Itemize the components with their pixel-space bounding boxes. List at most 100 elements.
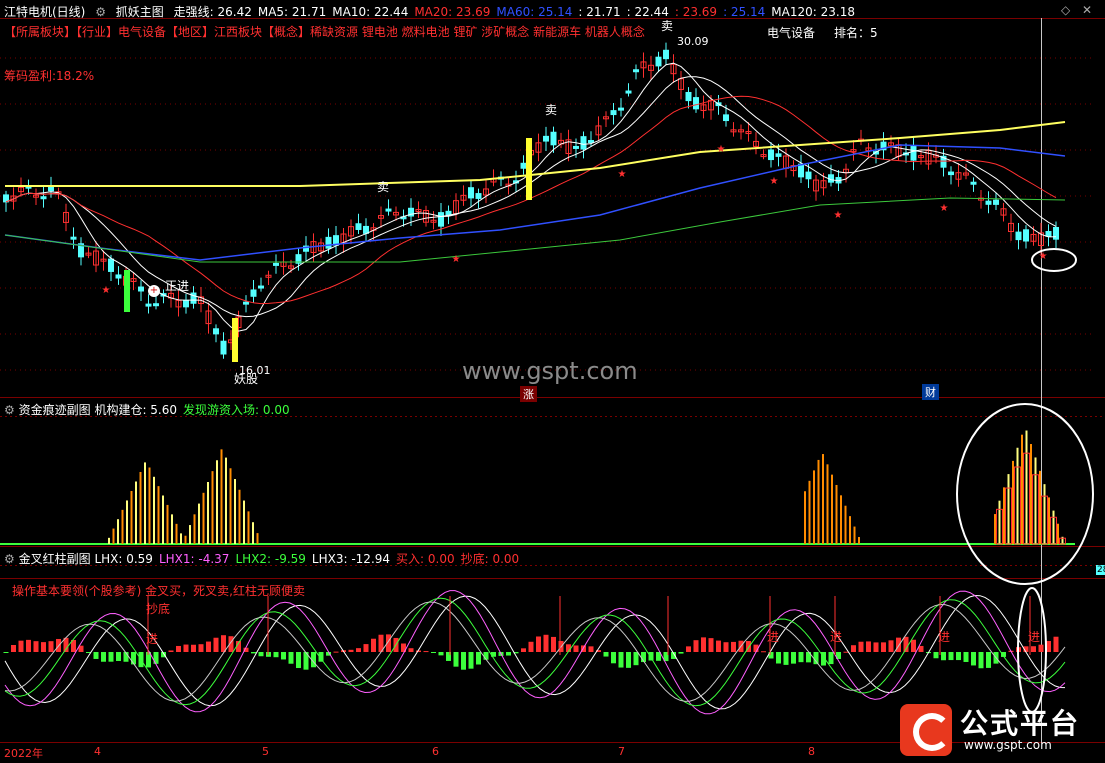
jin-label: 进 xyxy=(146,632,159,646)
macd-bar xyxy=(708,638,714,652)
macd-bar xyxy=(273,652,279,658)
macd-bar xyxy=(588,646,594,652)
candle-body xyxy=(115,274,122,279)
macd-bar xyxy=(986,652,991,668)
candle-body xyxy=(1053,226,1059,240)
macd-bar xyxy=(356,648,361,652)
candle-body xyxy=(633,69,639,73)
candle-body xyxy=(805,171,812,180)
macd-bar xyxy=(791,652,796,664)
value-item: : 21.71 xyxy=(578,5,621,19)
main-chart: ★★★★★★★★ xyxy=(3,42,1066,362)
header-values: 走强线: 26.42 MA5: 21.71 MA10: 22.44 MA20: 23.… xyxy=(174,5,861,19)
macd-bar xyxy=(573,645,579,652)
macd-bar xyxy=(933,652,939,659)
signal-bar-yellow xyxy=(526,138,532,200)
macd-bar xyxy=(543,634,549,652)
macd-bar xyxy=(911,639,916,652)
macd-bar xyxy=(108,652,114,662)
macd-bar xyxy=(213,637,219,652)
yaogu-label: 妖股 xyxy=(234,372,259,386)
candle-body xyxy=(1023,229,1029,242)
gear-icon[interactable]: ⚙ xyxy=(95,5,106,19)
macd-bar xyxy=(1053,636,1059,652)
month-label: 5 xyxy=(262,745,269,758)
macd-bar xyxy=(476,652,481,665)
macd-bar xyxy=(431,652,436,653)
sub1-values: 机构建仓: 5.60 发现游资入场: 0.00 xyxy=(94,403,295,417)
macd-bar xyxy=(978,652,984,669)
macd-bar xyxy=(258,652,264,657)
macd-bar xyxy=(48,641,54,652)
value-item: MA60: 25.14 xyxy=(496,5,573,19)
value-item: : 25.14 xyxy=(723,5,766,19)
macd-bar xyxy=(191,644,196,652)
macd-bar xyxy=(611,652,616,664)
candle-body xyxy=(145,303,152,307)
jin-label: 进 xyxy=(938,630,951,644)
macd-bar xyxy=(1038,644,1044,652)
macd-bar xyxy=(648,652,654,661)
macd-bar xyxy=(1031,646,1036,652)
sub2-title[interactable]: 金叉红柱副图 xyxy=(19,552,91,566)
macd-bar xyxy=(603,652,609,657)
macd-bar xyxy=(678,652,684,654)
close-icon[interactable]: ✕ xyxy=(1082,3,1092,17)
macd-bar xyxy=(438,652,444,656)
macd-bar xyxy=(798,652,804,663)
macd-bar xyxy=(41,642,46,652)
macd-bar xyxy=(626,652,631,668)
candle-body xyxy=(655,56,662,67)
macd-bar xyxy=(371,638,376,652)
watermark: www.gspt.com xyxy=(462,357,638,385)
month-label: 7 xyxy=(618,745,625,758)
candle-body xyxy=(70,236,77,240)
operation-note: 操作基本要领(个股参考) 金叉买，死叉卖,红柱无顾便卖 xyxy=(12,584,305,598)
sell-label: 卖 xyxy=(661,19,674,33)
macd-bar xyxy=(521,648,526,652)
value-item: : 23.69 xyxy=(674,5,718,19)
macd-bar xyxy=(423,651,429,653)
star-icon: ★ xyxy=(452,254,461,265)
macd-bar xyxy=(971,652,976,666)
macd-bar xyxy=(888,640,894,652)
macd-bar xyxy=(896,637,901,652)
signal-bar-green xyxy=(124,270,130,312)
star-icon: ★ xyxy=(834,210,843,221)
logo-text: 公式平台 xyxy=(960,707,1081,740)
value-item: LHX1: -4.37 xyxy=(158,552,230,566)
candle-body xyxy=(588,140,594,144)
macd-bar xyxy=(296,652,301,669)
profit-label: 筹码盈利:18.2% xyxy=(4,69,95,83)
value-item: MA120: 23.18 xyxy=(771,5,855,19)
candle-body xyxy=(258,285,264,289)
macd-bar xyxy=(3,652,9,653)
candle-body xyxy=(723,114,729,122)
diamond-icon[interactable]: ◇ xyxy=(1061,3,1070,17)
macd-bar xyxy=(176,645,181,652)
stock-name[interactable]: 江特电机(日线) xyxy=(4,5,85,19)
candle-body xyxy=(445,210,452,216)
candle-body xyxy=(438,212,444,227)
gear-icon[interactable]: ⚙ xyxy=(4,403,15,417)
indicator-name[interactable]: 抓妖主图 xyxy=(116,5,164,19)
sub1-title[interactable]: 资金痕迹副图 xyxy=(19,403,91,417)
gear-icon[interactable]: ⚙ xyxy=(4,552,15,566)
candle-body xyxy=(108,258,114,272)
macd-bar xyxy=(363,644,369,652)
site-logo[interactable]: 公式平台 www.gspt.com xyxy=(898,700,1098,758)
value-item: 抄底: 0.00 xyxy=(460,552,520,566)
macd-bar xyxy=(963,652,969,662)
jin-label: 进 xyxy=(830,630,843,644)
logo-icon xyxy=(900,704,952,756)
value-item: MA10: 22.44 xyxy=(332,5,409,19)
candle-body xyxy=(625,90,632,94)
month-label: 6 xyxy=(432,745,439,758)
macd-bar xyxy=(881,642,886,652)
candle-body xyxy=(693,97,699,110)
macd-bar xyxy=(198,644,204,652)
star-icon: ★ xyxy=(102,285,111,296)
macd-bar xyxy=(101,652,106,662)
star-icon: ★ xyxy=(618,169,627,180)
macd-bar xyxy=(26,639,31,652)
